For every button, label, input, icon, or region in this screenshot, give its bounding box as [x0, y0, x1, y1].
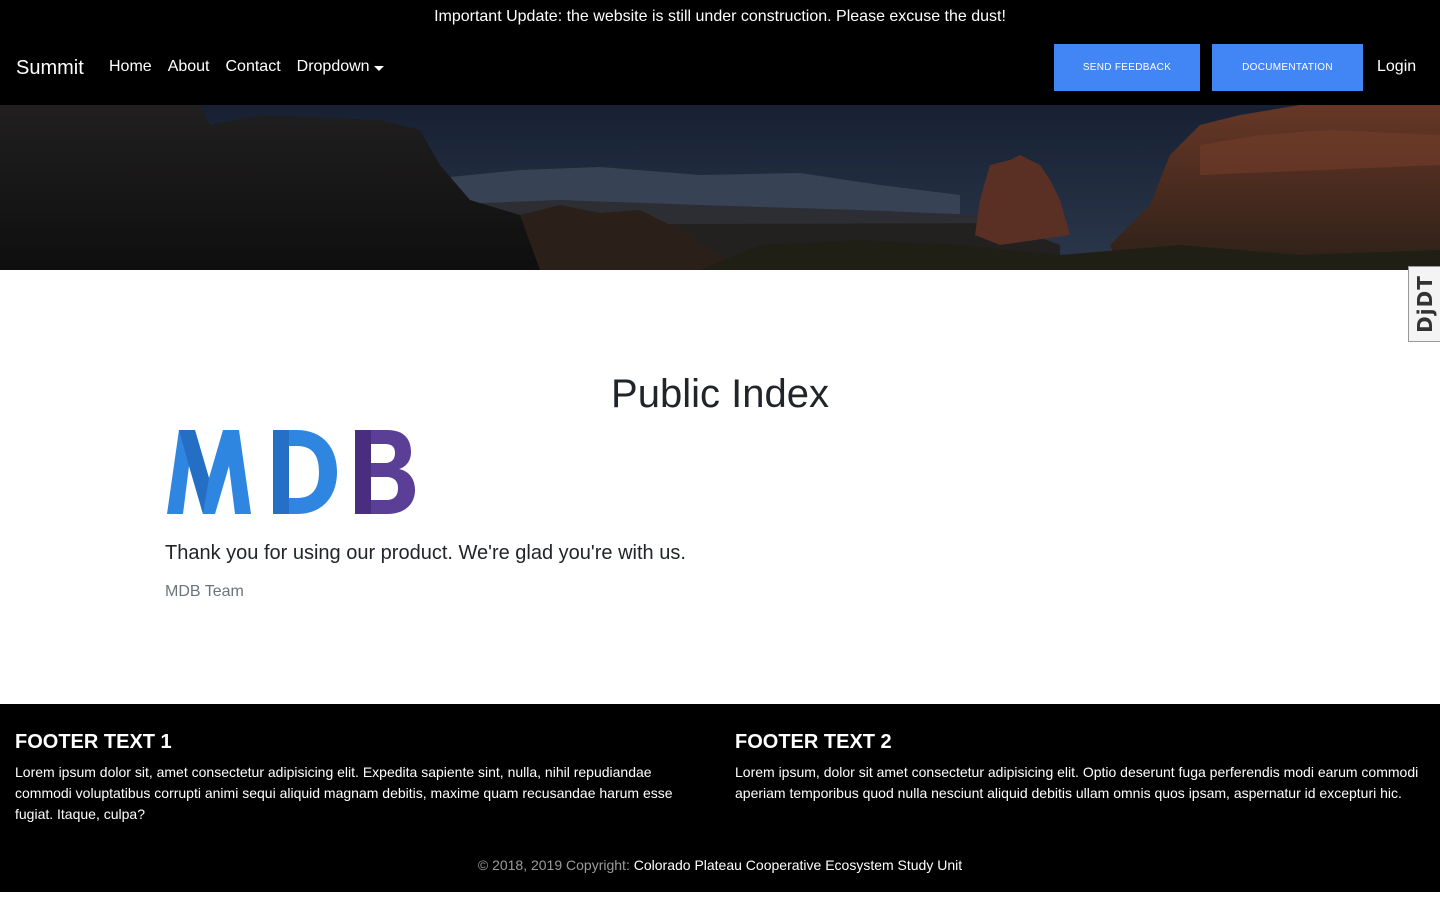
hero-banner-image — [0, 105, 1440, 270]
footer-column-2: FOOTER TEXT 2 Lorem ipsum, dolor sit ame… — [735, 730, 1425, 804]
page-title: Public Index — [611, 372, 829, 416]
signature-text: MDB Team — [165, 583, 244, 600]
copyright: © 2018, 2019 Copyright: Colorado Plateau… — [0, 856, 1440, 874]
nav-contact[interactable]: Contact — [218, 56, 289, 78]
brand-link[interactable]: Summit — [16, 55, 84, 81]
nav-about[interactable]: About — [160, 56, 218, 78]
footer-heading-1: FOOTER TEXT 1 — [15, 731, 172, 753]
documentation-button[interactable]: DOCUMENTATION — [1212, 44, 1363, 91]
copyright-link[interactable]: Colorado Plateau Cooperative Ecosystem S… — [634, 857, 962, 873]
nav-links: Home About Contact Dropdown — [101, 56, 392, 78]
announcement-bar: Important Update: the website is still u… — [0, 0, 1440, 34]
send-feedback-button[interactable]: SEND FEEDBACK — [1054, 44, 1200, 91]
debug-toolbar-label: DjDT — [1412, 275, 1437, 333]
mdb-logo — [167, 430, 415, 514]
nav-dropdown[interactable]: Dropdown — [289, 56, 392, 78]
footer-body-2: Lorem ipsum, dolor sit amet consectetur … — [735, 764, 1419, 801]
caret-down-icon — [373, 65, 384, 71]
footer-heading-2: FOOTER TEXT 2 — [735, 731, 892, 753]
nav-home[interactable]: Home — [101, 56, 160, 78]
footer-body-1: Lorem ipsum dolor sit, amet consectetur … — [15, 764, 673, 822]
footer: FOOTER TEXT 1 Lorem ipsum dolor sit, ame… — [0, 704, 1440, 892]
nav-dropdown-label: Dropdown — [296, 58, 370, 75]
login-link[interactable]: Login — [1377, 56, 1416, 78]
thank-you-text: Thank you for using our product. We're g… — [165, 542, 686, 564]
debug-toolbar-toggle[interactable]: DjDT — [1408, 266, 1440, 342]
canyon-landscape — [0, 105, 1440, 270]
copyright-prefix: © 2018, 2019 Copyright: — [477, 857, 630, 873]
footer-column-1: FOOTER TEXT 1 Lorem ipsum dolor sit, ame… — [15, 730, 705, 825]
navbar: Summit Home About Contact Dropdown SEND … — [0, 34, 1440, 105]
